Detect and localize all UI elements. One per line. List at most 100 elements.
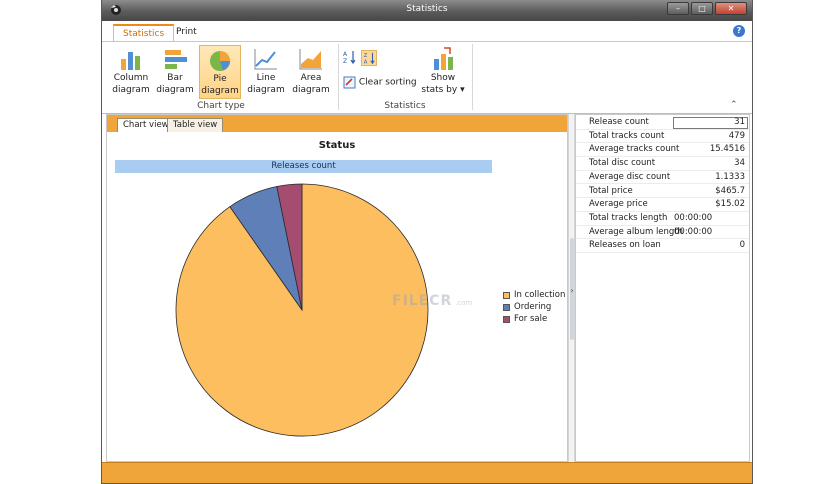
bar-diagram-label-1: Bar [167,73,183,83]
line-diagram-button[interactable]: Line diagram [245,45,287,99]
line-diagram-label-1: Line [256,73,276,83]
show-stats-by-button[interactable]: Show stats by ▾ [420,45,466,99]
close-button[interactable]: ✕ [715,2,747,15]
stat-row[interactable]: Release count 31 [576,116,749,130]
stat-row[interactable]: Total tracks length 00:00:00 [576,212,749,226]
show-stats-icon [434,47,453,70]
sort-ascending-icon[interactable]: A Z [343,50,357,64]
ribbon: Column diagram Bar diagram Pie diagram L… [102,41,752,114]
stat-label: Releases on loan [589,240,661,251]
svg-text:A: A [343,51,348,58]
stat-label: Total tracks count [589,130,665,141]
stat-row[interactable]: Total price $465.7 [576,185,749,199]
tab-chart-view[interactable]: Chart view [117,118,175,132]
legend-swatch [503,303,510,311]
line-chart-icon [254,49,277,70]
pie-chart-icon [210,51,230,71]
clear-sorting-button[interactable]: Clear sorting [343,76,417,92]
pie-diagram-label-2: diagram [201,86,239,96]
stat-value: $465.7 [715,185,745,196]
pie-diagram-button[interactable]: Pie diagram [199,45,241,99]
minimize-button[interactable]: – [667,2,689,15]
legend-label: For sale [514,314,548,324]
status-bar [102,462,752,483]
stat-label: Average price [589,199,648,210]
area-diagram-label-2: diagram [292,85,330,95]
bar-chart-icon [165,50,187,69]
sort-descending-icon[interactable]: Z A [361,50,377,66]
stat-label: Release count [589,117,649,127]
pie-diagram-label-1: Pie [213,74,227,84]
area-diagram-button[interactable]: Area diagram [290,45,332,99]
stat-value: 15.4516 [709,144,745,155]
legend-swatch [503,291,510,299]
help-icon[interactable]: ? [733,25,745,37]
group-separator [338,44,339,110]
chart-legend: In collection Ordering For sale [503,290,565,326]
stat-label: Average disc count [589,171,671,182]
legend-label: Ordering [514,302,552,312]
svg-text:A: A [364,59,368,65]
stat-row[interactable]: Average tracks count 15.4516 [576,143,749,158]
show-stats-label-2: stats by ▾ [421,85,465,95]
column-chart-icon [121,52,140,70]
stat-value: 34 [734,158,745,169]
view-tabs: Chart view Table view [107,115,567,132]
column-diagram-button[interactable]: Column diagram [110,45,152,99]
chart-pane: Chart view Table view Status Releases co… [106,114,568,462]
legend-item: In collection [503,290,565,302]
pie-chart [175,183,429,437]
legend-label: In collection [514,290,566,300]
stat-row[interactable]: Average album length 00:00:00 [576,226,749,240]
svg-text:Z: Z [343,58,347,64]
stat-label: Total price [589,185,633,196]
stat-row[interactable]: Total tracks count 479 [576,130,749,144]
tab-statistics[interactable]: Statistics [113,24,175,42]
statistics-window: Statistics – □ ✕ Statistics Print ? Colu… [101,0,753,484]
stat-label: Average tracks count [589,144,680,155]
series-name-bar: Releases count [115,160,492,173]
group-separator [472,44,473,110]
stat-value: 1.1333 [715,171,745,182]
stat-row[interactable]: Total disc count 34 [576,157,749,171]
column-diagram-label-1: Column [113,73,149,83]
watermark-text: FILECR [392,293,453,309]
stat-row[interactable]: Average disc count 1.1333 [576,171,749,185]
svg-text:Z: Z [364,53,368,59]
stat-label: Total disc count [589,158,656,169]
window-title: Statistics [406,4,448,14]
clear-sorting-label: Clear sorting [358,77,417,88]
legend-item: Ordering [503,302,565,314]
statistics-group-label: Statistics [384,101,426,111]
stat-row[interactable]: Releases on loan 0 [576,239,749,253]
show-stats-label-1: Show [430,73,456,83]
collapse-ribbon-icon[interactable]: ⌃ [730,100,738,110]
maximize-button[interactable]: □ [691,2,713,15]
legend-item: For sale [503,314,565,326]
watermark-sub: .com [455,299,473,307]
stat-value: 31 [734,117,745,127]
bar-diagram-button[interactable]: Bar diagram [154,45,196,99]
area-chart-icon [299,49,322,70]
stat-value: 0 [739,240,745,251]
bar-diagram-label-2: diagram [156,85,194,95]
stat-value: 479 [728,130,745,141]
chart-title: Status [318,140,356,151]
tab-print[interactable]: Print [167,24,206,42]
pane-splitter[interactable]: › [568,114,575,462]
column-diagram-label-2: diagram [112,85,150,95]
area-diagram-label-1: Area [300,73,322,83]
tab-table-view[interactable]: Table view [167,118,224,132]
stat-row[interactable]: Average price $15.02 [576,198,749,212]
stat-label: Average album length [589,226,684,237]
clear-sorting-icon [343,76,356,89]
watermark: FILECR .com [392,293,472,309]
stat-value: 00:00:00 [674,212,713,223]
line-diagram-label-2: diagram [247,85,285,95]
title-bar: Statistics – □ ✕ [102,0,752,21]
ribbon-tab-bar: Statistics Print ? [102,21,752,42]
chart-type-group-label: Chart type [197,101,245,111]
content-area: Chart view Table view Status Releases co… [102,114,752,462]
stat-label: Total tracks length [589,212,668,223]
stat-value: $15.02 [715,199,745,210]
